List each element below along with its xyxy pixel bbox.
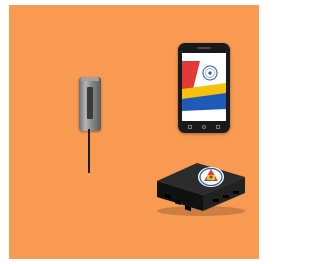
smartphone-icon: [178, 43, 230, 133]
sensor-cap: [81, 77, 99, 81]
illustration-panel: [9, 5, 259, 259]
wireless-sensor-icon: [79, 77, 101, 131]
phone-speaker: [197, 47, 211, 49]
app-logo-icon: [202, 65, 218, 81]
sensor-cable: [88, 129, 90, 173]
recent-apps-icon: [216, 125, 220, 129]
page-frame: [0, 0, 266, 264]
sensor-window: [87, 87, 93, 119]
logo-badge-icon: [198, 167, 224, 187]
home-icon: [202, 125, 206, 129]
phone-nav-bar: [178, 124, 230, 130]
app-screen-graphic: [182, 53, 226, 121]
gateway-box-icon: [157, 163, 245, 216]
back-icon: [188, 125, 192, 129]
phone-screen: [182, 53, 226, 121]
